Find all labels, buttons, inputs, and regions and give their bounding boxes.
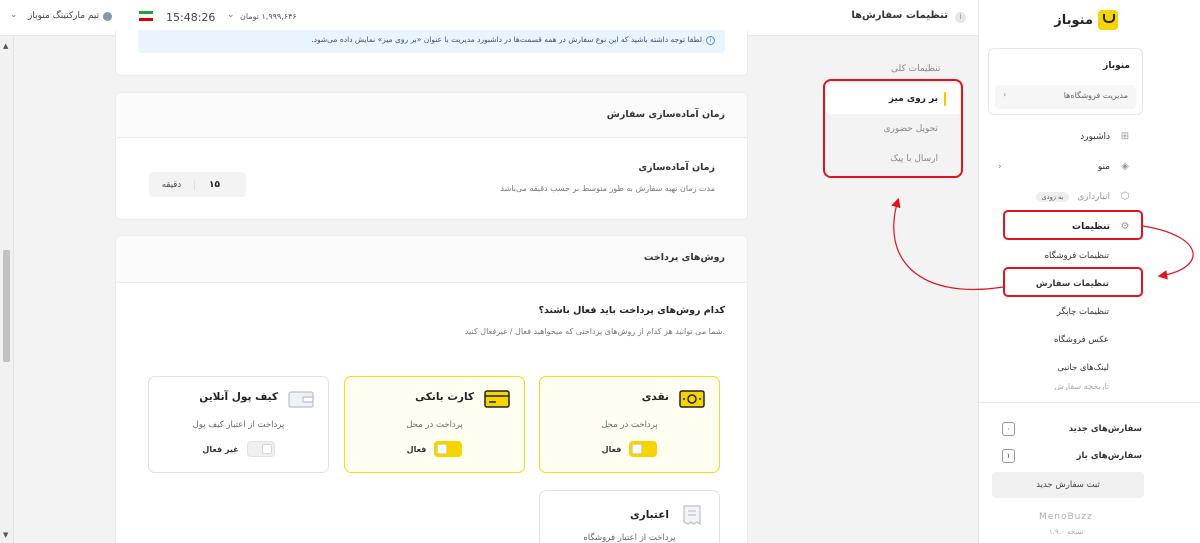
notice-text: لطفا توجه داشته باشید که این نوع سفارش د… bbox=[311, 35, 702, 44]
highlight-box bbox=[823, 79, 963, 178]
user-menu[interactable]: تیم مارکتینگ منوباز bbox=[28, 11, 113, 21]
store-management-link[interactable]: مدیریت فروشگاه‌ها ‹ bbox=[995, 85, 1136, 109]
info-icon: i bbox=[706, 36, 715, 45]
chevron-left-icon: ‹ bbox=[1003, 90, 1007, 99]
divider bbox=[979, 402, 1200, 403]
prep-time-card: زمان آماده‌سازی سفارش زمان آماده‌سازی مد… bbox=[115, 92, 748, 220]
brand-name: MenoBuzz bbox=[1039, 512, 1093, 522]
scroll-up-icon[interactable]: ▲ bbox=[3, 42, 8, 50]
logo-text: منوباز bbox=[1054, 12, 1093, 28]
chevron-down-icon[interactable]: ⌄ bbox=[227, 10, 235, 20]
card-header: روش‌های پرداخت bbox=[116, 236, 747, 283]
method-description: پرداخت در محل bbox=[406, 420, 463, 430]
method-description: پرداخت در محل bbox=[601, 420, 658, 430]
sidebar-item-label: منو bbox=[1097, 162, 1110, 172]
section-title: روش‌های پرداخت bbox=[643, 252, 725, 263]
scroll-thumb[interactable] bbox=[3, 250, 10, 362]
user-icon bbox=[103, 11, 113, 21]
page-title: تنظیمات سفارش‌ها bbox=[851, 10, 948, 21]
method-name: اعتباری bbox=[630, 509, 669, 521]
prep-description: مدت زمان تهیه سفارش به طور متوسط بر حسب … bbox=[500, 184, 715, 193]
open-orders[interactable]: سفارش‌های باز ۱ bbox=[1002, 448, 1142, 464]
method-name: نقدی bbox=[641, 391, 669, 403]
method-description: پرداخت از اعتبار کیف پول bbox=[192, 420, 285, 430]
flag-icon[interactable] bbox=[139, 11, 153, 21]
payment-description: شما می توانید هر کدام از روش‌های پرداختی… bbox=[464, 327, 725, 336]
method-toggle[interactable] bbox=[629, 441, 658, 457]
store-management-label: مدیریت فروشگاه‌ها bbox=[1063, 91, 1128, 100]
new-orders-count: ۰ bbox=[1002, 422, 1015, 436]
payment-method-credit[interactable]: اعتباری پرداخت از اعتبار فروشگاه bbox=[539, 490, 720, 543]
payment-method-bank-card[interactable]: کارت بانکی پرداخت در محل فعال bbox=[344, 376, 525, 473]
card-header: زمان آماده‌سازی سفارش bbox=[116, 93, 747, 138]
prep-unit: دقیقه bbox=[161, 179, 182, 190]
sidebar-item-label: داشبورد bbox=[1080, 132, 1110, 142]
box-icon: ⬡ bbox=[1120, 191, 1130, 202]
version: نسخه ۱.۹.۰ bbox=[1049, 528, 1084, 536]
chevron-down-icon[interactable]: ⌄ bbox=[10, 10, 18, 20]
new-orders-label: سفارش‌های جدید bbox=[1068, 424, 1142, 434]
open-orders-label: سفارش‌های باز bbox=[1076, 451, 1142, 461]
method-toggle[interactable] bbox=[246, 441, 275, 457]
prep-value[interactable]: ۱۵ bbox=[194, 179, 234, 190]
sidebar-item-menu[interactable]: ◈ منو ‹ bbox=[988, 152, 1143, 182]
cash-icon bbox=[679, 390, 705, 408]
sidebar-sub-store-settings[interactable]: تنظیمات فروشگاه bbox=[988, 242, 1143, 270]
user-name: تیم مارکتینگ منوباز bbox=[28, 11, 100, 21]
method-status: فعال bbox=[601, 444, 622, 454]
prep-time-input[interactable]: دقیقه ۱۵ bbox=[149, 172, 246, 197]
logo-icon bbox=[1098, 10, 1118, 30]
method-status: فعال bbox=[406, 444, 427, 454]
payment-question: کدام روش‌های پرداخت باید فعال باشند؟ bbox=[538, 305, 725, 316]
method-description: پرداخت از اعتبار فروشگاه bbox=[583, 533, 676, 543]
receipt-icon bbox=[683, 505, 701, 525]
info-icon[interactable]: i bbox=[955, 12, 966, 23]
payment-methods-card: روش‌های پرداخت کدام روش‌های پرداخت باید … bbox=[115, 235, 748, 543]
method-name: کیف پول آنلاین bbox=[199, 391, 278, 403]
sidebar-item-dashboard[interactable]: ⊞ داشبورد bbox=[988, 122, 1143, 152]
notice-banner: i لطفا توجه داشته باشید که این نوع سفارش … bbox=[138, 30, 725, 53]
method-toggle[interactable] bbox=[434, 441, 463, 457]
sidebar-sub-links[interactable]: لینک‌های جانبی bbox=[988, 354, 1143, 382]
new-order-button[interactable]: ثبت سفارش جدید bbox=[992, 472, 1144, 498]
sidebar-item-label: انبارداری bbox=[1077, 192, 1110, 202]
store-card: منوباز مدیریت فروشگاه‌ها ‹ bbox=[988, 48, 1143, 115]
highlight-box bbox=[1003, 210, 1143, 240]
card-icon bbox=[484, 390, 510, 408]
wallet-icon bbox=[288, 391, 314, 408]
coming-soon-badge: به زودی bbox=[1035, 192, 1070, 202]
logo[interactable]: منوباز bbox=[1054, 10, 1118, 30]
scrollbar[interactable]: ▲ ▼ bbox=[0, 36, 14, 543]
grid-icon: ⊞ bbox=[1120, 131, 1130, 142]
sidebar-item-inventory[interactable]: ⬡ انبارداری به زودی bbox=[988, 182, 1143, 212]
sidebar-item-order-history[interactable]: تاریخچه سفارش bbox=[988, 382, 1143, 390]
payment-method-wallet[interactable]: کیف پول آنلاین پرداخت از اعتبار کیف پول … bbox=[148, 376, 329, 473]
clock: 15:48:26 bbox=[166, 11, 216, 24]
open-orders-count: ۱ bbox=[1002, 449, 1015, 463]
sidebar-nav: ⊞ داشبورد ◈ منو ‹ ⬡ انبارداری به زودی ⚙ … bbox=[988, 122, 1143, 390]
highlight-box bbox=[1003, 267, 1143, 297]
prep-label: زمان آماده‌سازی bbox=[638, 162, 715, 173]
settings-menu-title: تنظیمات کلی bbox=[891, 64, 941, 74]
sidebar-sub-store-photo[interactable]: عکس فروشگاه bbox=[988, 326, 1143, 354]
notice-card: i لطفا توجه داشته باشید که این نوع سفارش … bbox=[115, 30, 748, 76]
sidebar-sub-printer-settings[interactable]: تنظیمات چاپگر bbox=[988, 298, 1143, 326]
method-name: کارت بانکی bbox=[415, 391, 474, 403]
new-orders[interactable]: سفارش‌های جدید ۰ bbox=[1002, 421, 1142, 437]
section-title: زمان آماده‌سازی سفارش bbox=[606, 109, 725, 120]
payment-method-cash[interactable]: نقدی پرداخت در محل فعال bbox=[539, 376, 720, 473]
chevron-left-icon: ‹ bbox=[998, 162, 1002, 172]
scroll-down-icon[interactable]: ▼ bbox=[3, 531, 8, 539]
method-status: غیر فعال bbox=[202, 444, 239, 454]
layers-icon: ◈ bbox=[1121, 161, 1129, 172]
balance[interactable]: ۱,۹۹۹,۶۴۶ تومان bbox=[240, 12, 297, 21]
store-name: منوباز bbox=[1103, 61, 1130, 71]
